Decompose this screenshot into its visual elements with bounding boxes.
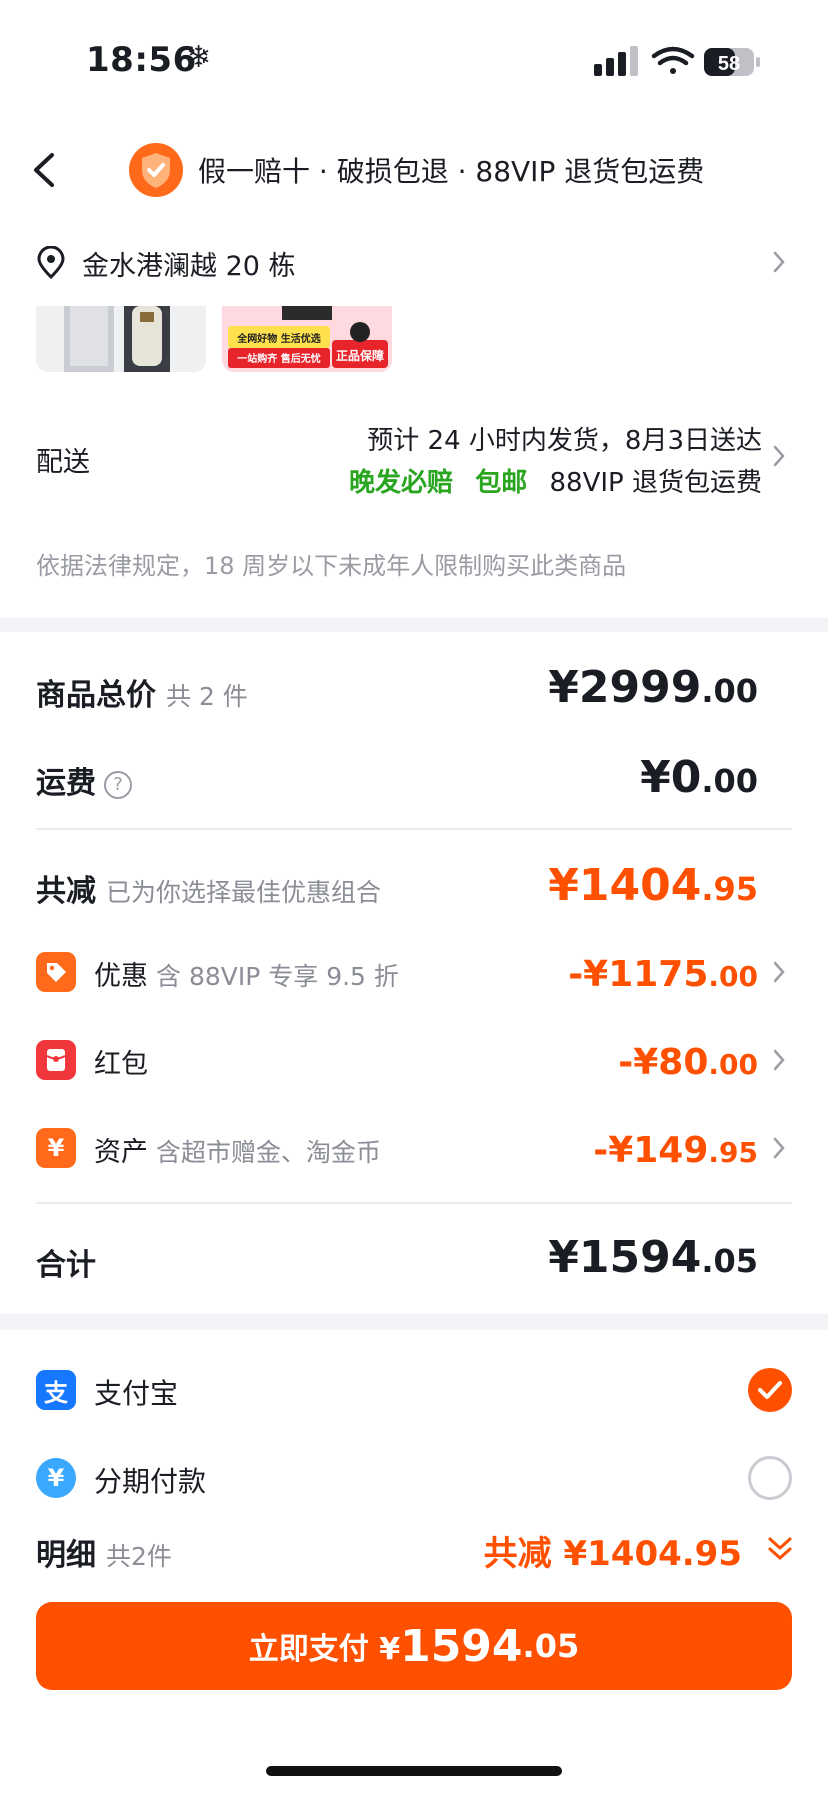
home-indicator[interactable]	[266, 1766, 562, 1776]
delivery-chevron-right-icon[interactable]	[772, 444, 786, 468]
shipping-row: 运费?	[36, 758, 132, 802]
product-thumbnail-2[interactable]: 全网好物 生活优选 一站购齐 售后无忧 正品保障	[222, 306, 392, 372]
battery-level: 58	[718, 53, 740, 75]
total-label: 合计	[36, 1248, 96, 1283]
discount-amount-red-packet: -¥80.00	[618, 1042, 758, 1083]
pay-int: 1594	[400, 1620, 523, 1672]
back-arrow-icon[interactable]	[30, 152, 60, 188]
goods-total-count: 共 2 件	[166, 682, 248, 711]
pay-prefix: 立即支付 ¥	[248, 1632, 401, 1667]
reduce-sub: 已为你选择最佳优惠组合	[106, 878, 382, 907]
status-indicators: 58	[594, 46, 760, 76]
goods-total-row: 商品总价共 2 件	[36, 670, 248, 714]
alipay-selected-check-icon[interactable]	[748, 1368, 792, 1412]
pay-dec: .05	[522, 1627, 580, 1665]
divider	[36, 1202, 792, 1204]
discount-row-assets[interactable]: 资产 含超市赠金、淘金币	[94, 1130, 381, 1169]
goods-total-amount: ¥2999.00	[548, 662, 758, 713]
snowflake-icon: ❄	[186, 40, 212, 75]
address-text[interactable]: 金水港澜越 20 栋	[82, 244, 296, 283]
cellular-signal-icon	[594, 46, 638, 76]
discount-title: 红包	[94, 1049, 148, 1080]
coupon-tag-icon	[36, 952, 76, 992]
legal-notice: 依据法律规定，18 周岁以下未成年人限制购买此类商品	[36, 552, 627, 580]
shipping-amount: ¥0.00	[640, 752, 758, 803]
goods-total-label: 商品总价	[36, 678, 156, 713]
wifi-icon	[651, 46, 695, 74]
detail-count: 共2件	[106, 1542, 172, 1571]
reduce-dec: .95	[701, 870, 758, 908]
alipay-icon: 支	[36, 1370, 76, 1410]
reduce-amount: ¥1404.95	[548, 860, 758, 911]
banner-text-bottom: 一站购齐 售后无忧	[237, 352, 320, 365]
discount-title: 优惠	[94, 961, 148, 992]
help-icon[interactable]: ?	[104, 770, 132, 799]
location-pin-icon	[37, 246, 65, 280]
status-time: 18:56	[86, 40, 197, 80]
address-chevron-right-icon[interactable]	[772, 250, 786, 274]
reduce-row: 共减 已为你选择最佳优惠组合	[36, 866, 381, 910]
red-packet-chevron-right-icon[interactable]	[772, 1048, 786, 1072]
detail-row[interactable]: 明细 共2件	[36, 1530, 172, 1574]
guarantee-text: 假一赔十 · 破损包退 · 88VIP 退货包运费	[198, 155, 705, 188]
delivery-tags[interactable]: 晚发必赔 包邮 88VIP 退货包运费	[349, 462, 762, 499]
goods-total-int: ¥2999	[548, 662, 702, 713]
late-compensation-tag: 晚发必赔	[348, 468, 453, 498]
delivery-eta[interactable]: 预计 24 小时内发货，8月3日送达	[367, 420, 762, 457]
goods-total-dec: .00	[701, 672, 758, 710]
banner-text-top: 全网好物 生活优选	[236, 332, 320, 345]
shipping-label: 运费	[36, 766, 96, 801]
reduce-label: 共减	[36, 874, 96, 909]
liquor-bottle-image	[36, 306, 206, 372]
discount-title: 资产	[94, 1137, 148, 1168]
assets-chevron-right-icon[interactable]	[772, 1136, 786, 1160]
banner-text-right: 正品保障	[336, 348, 384, 363]
double-chevron-down-icon[interactable]	[766, 1534, 794, 1564]
reduce-int: ¥1404	[548, 860, 702, 911]
discount-sub: 含 88VIP 专享 9.5 折	[156, 962, 399, 991]
shield-icon	[129, 143, 183, 197]
red-packet-icon	[36, 1040, 76, 1080]
discount-amount-assets: -¥149.95	[593, 1130, 758, 1171]
discount-sub: 含超市赠金、淘金币	[156, 1138, 382, 1167]
yuan-asset-icon: ¥	[36, 1128, 76, 1168]
alipay-label[interactable]: 支付宝	[94, 1372, 178, 1412]
discount-row-coupon[interactable]: 优惠含 88VIP 专享 9.5 折	[94, 954, 399, 993]
divider	[36, 828, 792, 830]
installment-label[interactable]: 分期付款	[94, 1460, 206, 1500]
vip-return-tag: 88VIP 退货包运费	[549, 468, 762, 498]
coupon-chevron-right-icon[interactable]	[772, 960, 786, 984]
detail-reduce[interactable]: 共减 ¥1404.95	[484, 1526, 742, 1575]
installment-icon: ¥	[36, 1458, 76, 1498]
pay-now-button[interactable]: 立即支付 ¥1594.05	[36, 1602, 792, 1690]
product-thumbnail-1[interactable]	[36, 306, 206, 372]
battery-icon: 58	[704, 48, 760, 76]
installment-radio[interactable]	[748, 1456, 792, 1500]
total-amount: ¥1594.05	[548, 1232, 758, 1283]
detail-label: 明细	[36, 1538, 96, 1573]
free-shipping-tag: 包邮	[475, 468, 528, 498]
shipping-int: ¥0	[640, 752, 702, 803]
discount-row-red-packet[interactable]: 红包	[94, 1042, 156, 1081]
delivery-label: 配送	[36, 447, 90, 478]
discount-amount-coupon: -¥1175.00	[568, 954, 758, 995]
shipping-dec: .00	[701, 762, 758, 800]
guarantee-banner-image: 全网好物 生活优选 一站购齐 售后无忧 正品保障	[222, 306, 392, 372]
